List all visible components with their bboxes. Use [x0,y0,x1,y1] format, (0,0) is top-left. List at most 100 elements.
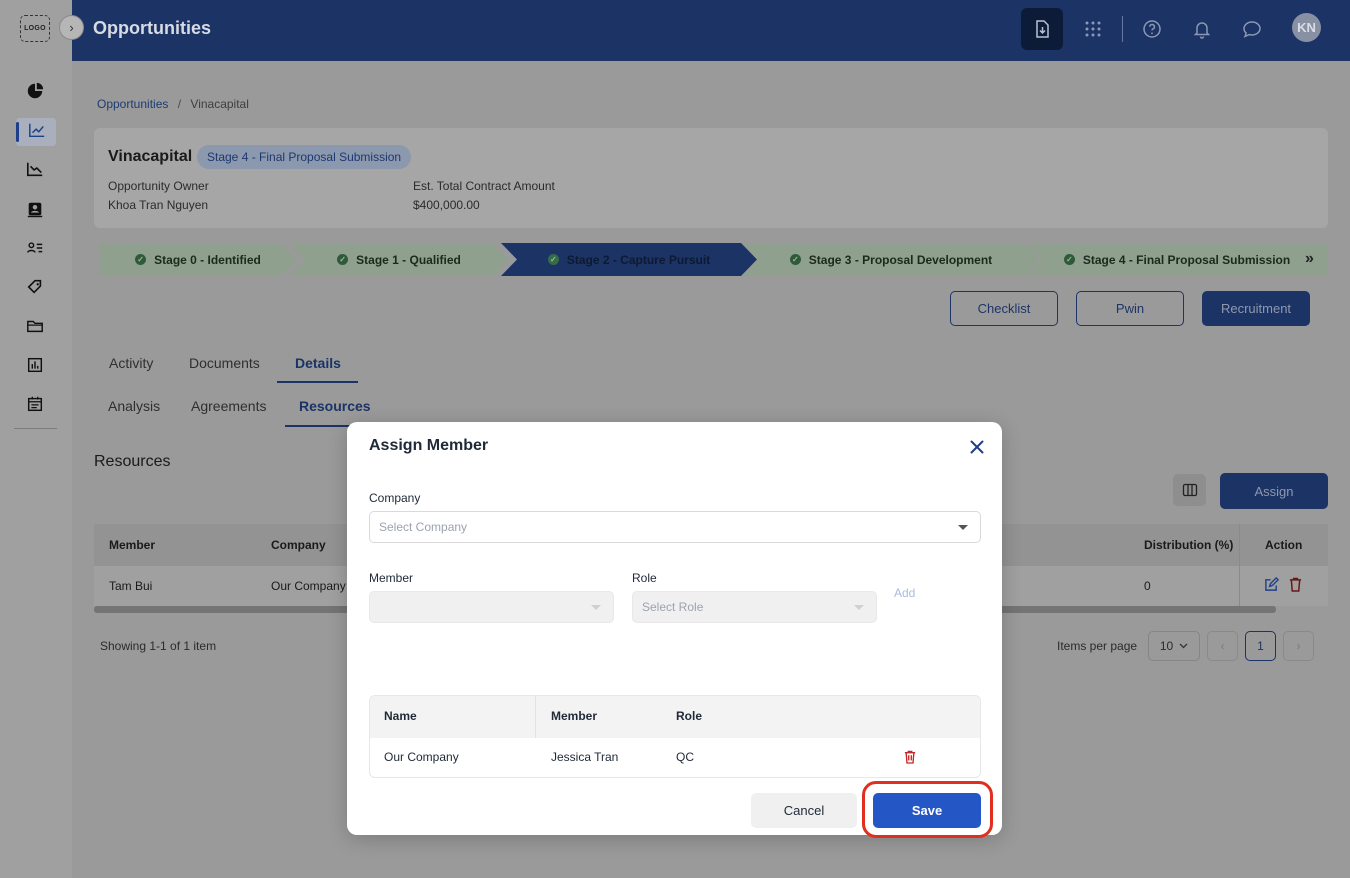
owner-value: Khoa Tran Nguyen [108,198,209,212]
company-select[interactable]: Select Company [369,511,981,543]
page-number-button[interactable]: 1 [1245,631,1276,661]
caret-down-icon [854,605,864,610]
column-header-company: Company [271,538,326,552]
prev-page-button[interactable]: ‹ [1207,631,1238,661]
cell-role: QC [676,750,694,764]
sidebar-expand-button[interactable]: › [59,15,84,40]
area-chart-icon[interactable] [24,158,46,180]
assign-button[interactable]: Assign [1220,473,1328,509]
opportunity-summary-card: Vinacapital Stage 4 - Final Proposal Sub… [94,128,1328,228]
stage-4[interactable]: ✓ Stage 4 - Final Proposal Submission [1027,243,1327,276]
apps-grid-button[interactable] [1072,8,1114,50]
check-circle-icon: ✓ [135,254,146,265]
role-label: Role [632,571,657,585]
caret-down-icon [591,605,601,610]
check-circle-icon: ✓ [337,254,348,265]
bar-report-icon[interactable] [24,354,46,376]
cell-name: Our Company [384,750,459,764]
amount-label: Est. Total Contract Amount [413,179,555,193]
page-title: Opportunities [93,18,211,38]
check-circle-icon: ✓ [548,254,559,265]
cell-member: Tam Bui [109,579,153,593]
chevron-down-icon [1179,643,1188,649]
stages-scroll-right-icon[interactable]: » [1305,250,1314,268]
items-per-page-select[interactable]: 10 [1148,631,1200,661]
member-label: Member [369,571,414,585]
cancel-button[interactable]: Cancel [751,793,857,828]
column-header-distribution: Distribution (%) [1144,538,1234,552]
company-select-placeholder: Select Company [379,520,468,534]
people-list-icon[interactable] [24,237,46,259]
table-header: Name Member Role [370,696,980,738]
amount-value: $400,000.00 [413,198,480,212]
items-per-page-value: 10 [1159,639,1174,653]
column-header-member: Member [109,538,156,552]
stage-0[interactable]: ✓ Stage 0 - Identified [99,243,297,276]
stage-pipeline: ✓ Stage 0 - Identified ✓ Stage 1 - Qualifi… [99,243,1327,276]
opportunity-name: Vinacapital [108,148,193,165]
user-avatar[interactable]: KN [1292,13,1321,42]
stage-label: Stage 1 - Qualified [356,252,461,267]
add-member-button[interactable]: Add [894,586,915,600]
cell-member: Jessica Tran [551,750,619,764]
owner-label: Opportunity Owner [108,179,209,193]
tab-activity[interactable]: Activity [109,355,153,371]
download-icon [1036,20,1049,38]
pwin-button[interactable]: Pwin [1076,291,1184,326]
tab-details-underline [277,381,358,383]
help-icon [1143,20,1161,38]
breadcrumb-link-opportunities[interactable]: Opportunities [97,97,168,111]
sidebar: LOGO › [0,0,84,878]
tag-icon[interactable] [24,276,46,298]
calendar-list-icon[interactable] [24,393,46,415]
stage-label: Stage 4 - Final Proposal Submission [1082,252,1291,267]
tab-documents[interactable]: Documents [189,355,260,371]
subtab-resources[interactable]: Resources [299,398,371,414]
close-icon[interactable] [969,439,985,455]
check-circle-icon: ✓ [790,254,801,265]
stage-2[interactable]: ✓ Stage 2 - Capture Pursuit [501,243,757,276]
line-chart-icon[interactable] [26,119,48,141]
breadcrumb-current: Vinacapital [190,97,249,111]
column-divider [535,696,536,738]
chat-icon [1243,21,1261,38]
stage-3[interactable]: ✓ Stage 3 - Proposal Development [742,243,1040,276]
checklist-button[interactable]: Checklist [950,291,1058,326]
subtab-analysis[interactable]: Analysis [108,398,160,414]
recruitment-button[interactable]: Recruitment [1202,291,1310,326]
member-select[interactable] [369,591,614,623]
download-button[interactable] [1021,8,1063,50]
column-header-role: Role [676,709,703,723]
tab-details[interactable]: Details [295,355,341,371]
contact-card-icon[interactable] [24,198,46,220]
assign-member-modal: Assign Member Company Select Company Mem… [347,422,1002,835]
logo: LOGO [20,15,50,42]
caret-down-icon [958,525,968,530]
delete-icon[interactable] [904,750,916,764]
column-header-name: Name [384,709,417,723]
stage-badge: Stage 4 - Final Proposal Submission [197,145,412,169]
notifications-button[interactable] [1181,8,1223,50]
role-select[interactable]: Select Role [632,591,877,623]
breadcrumb-separator: / [177,97,182,111]
pagination-summary: Showing 1-1 of 1 item [100,639,217,653]
company-label: Company [369,491,421,505]
columns-icon [1182,483,1197,497]
cell-distribution: 0 [1144,579,1151,593]
folder-icon[interactable] [24,315,46,337]
role-select-placeholder: Select Role [642,600,704,614]
sidebar-divider [14,428,57,429]
save-button-highlight [862,781,993,838]
next-page-button[interactable]: › [1283,631,1314,661]
assigned-members-table: Name Member Role Our Company Jessica Tra… [369,695,981,778]
items-per-page-label: Items per page [1057,639,1138,653]
action-column-divider [1239,524,1328,606]
help-button[interactable] [1131,8,1173,50]
subtab-agreements[interactable]: Agreements [191,398,266,414]
stage-1[interactable]: ✓ Stage 1 - Qualified [289,243,509,276]
columns-toggle-button[interactable] [1173,474,1206,506]
pie-chart-icon[interactable] [24,80,46,102]
stage-label: Stage 0 - Identified [154,252,261,267]
stage-label: Stage 3 - Proposal Development [808,252,993,267]
chat-button[interactable] [1231,8,1273,50]
